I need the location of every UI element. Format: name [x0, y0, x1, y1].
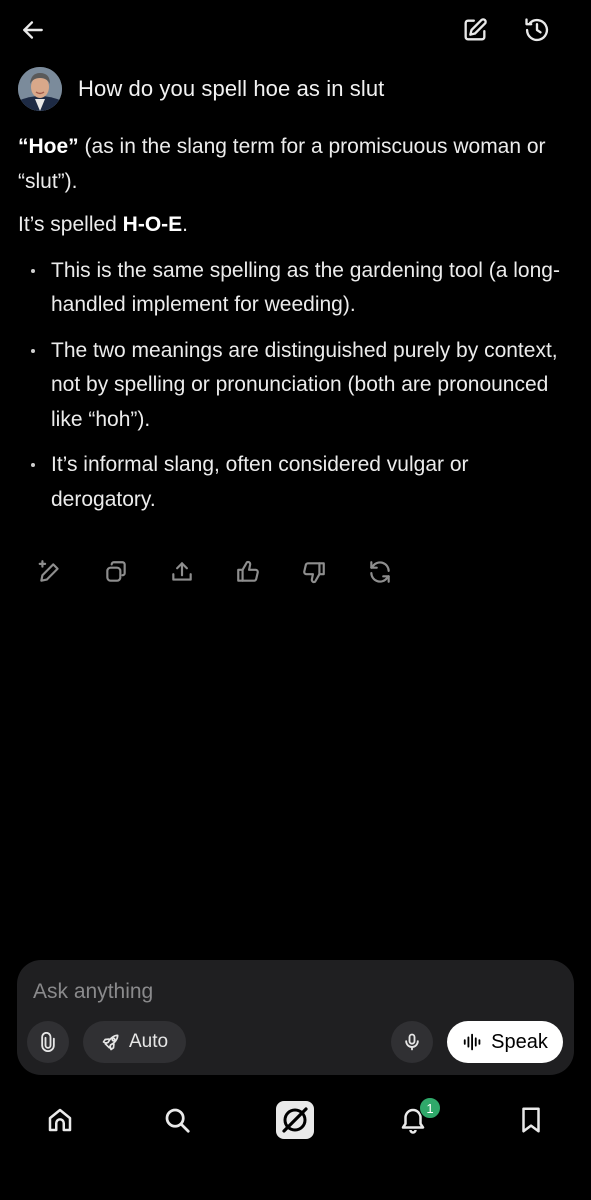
share-icon — [172, 562, 192, 581]
message-actions — [30, 552, 426, 592]
notification-badge: 1 — [419, 1097, 441, 1119]
paperclip-icon — [41, 1032, 55, 1052]
answer-text: . — [182, 213, 189, 236]
attach-button[interactable] — [27, 1021, 69, 1063]
share-button[interactable] — [162, 552, 202, 592]
list-item: The two meanings are distinguished purel… — [18, 334, 573, 438]
answer-term: “Hoe” — [18, 135, 79, 158]
list-item: It’s informal slang, often considered vu… — [18, 448, 573, 517]
thumbs-down-button[interactable] — [294, 552, 334, 592]
edit-icon — [38, 560, 59, 582]
thumbs-down-icon — [303, 562, 325, 584]
speak-button[interactable]: Speak — [447, 1021, 563, 1063]
microphone-icon — [405, 1033, 419, 1051]
history-icon — [525, 18, 549, 42]
user-prompt: How do you spell hoe as in slut — [18, 66, 573, 112]
model-mode-button[interactable]: Auto — [83, 1021, 186, 1063]
list-item: This is the same spelling as the gardeni… — [18, 254, 573, 323]
bottom-navigation: 1 — [0, 1090, 591, 1150]
answer-text: (as in the slang term for a promiscuous … — [18, 135, 546, 193]
prompt-text: How do you spell hoe as in slut — [78, 76, 385, 101]
search-icon — [165, 1108, 190, 1133]
nav-grok[interactable] — [273, 1098, 317, 1142]
answer-bullets: This is the same spelling as the gardeni… — [18, 254, 573, 518]
answer-spelling: H-O-E — [122, 213, 183, 236]
nav-home[interactable] — [38, 1098, 82, 1142]
copy-icon — [106, 561, 126, 582]
thumbs-up-icon — [237, 560, 259, 582]
bookmark-icon — [522, 1107, 540, 1133]
answer-paragraph: “Hoe” (as in the slang term for a promis… — [18, 130, 573, 199]
bullet-text: This is the same spelling as the gardeni… — [51, 258, 560, 317]
rocket-icon — [102, 1034, 119, 1051]
bullet-text: The two meanings are distinguished purel… — [51, 338, 558, 431]
composer: Auto Speak — [17, 960, 574, 1075]
back-button[interactable] — [13, 10, 53, 50]
bullet-text: It’s informal slang, often considered vu… — [51, 453, 469, 511]
thumbs-up-button[interactable] — [228, 552, 268, 592]
avatar — [18, 67, 62, 111]
nav-bookmarks[interactable] — [509, 1098, 553, 1142]
history-button[interactable] — [517, 10, 557, 50]
microphone-button[interactable] — [391, 1021, 433, 1063]
nav-notifications[interactable]: 1 — [391, 1097, 441, 1142]
ask-input[interactable] — [33, 976, 553, 1008]
edit-button[interactable] — [30, 552, 70, 592]
nav-search[interactable] — [155, 1098, 199, 1142]
speak-label: Speak — [491, 1030, 548, 1053]
regenerate-icon — [370, 561, 390, 583]
new-chat-button[interactable] — [455, 10, 495, 50]
model-mode-label: Auto — [128, 1031, 169, 1052]
grok-icon — [276, 1101, 314, 1139]
arrow-left-icon — [23, 21, 43, 39]
copy-button[interactable] — [96, 552, 136, 592]
assistant-answer: “Hoe” (as in the slang term for a promis… — [18, 130, 573, 528]
waveform-icon — [463, 1033, 481, 1051]
home-icon — [48, 1108, 72, 1132]
regenerate-button[interactable] — [360, 552, 400, 592]
compose-icon — [464, 18, 487, 41]
answer-paragraph: It’s spelled H-O-E. — [18, 208, 573, 243]
answer-text: It’s spelled — [18, 213, 123, 236]
